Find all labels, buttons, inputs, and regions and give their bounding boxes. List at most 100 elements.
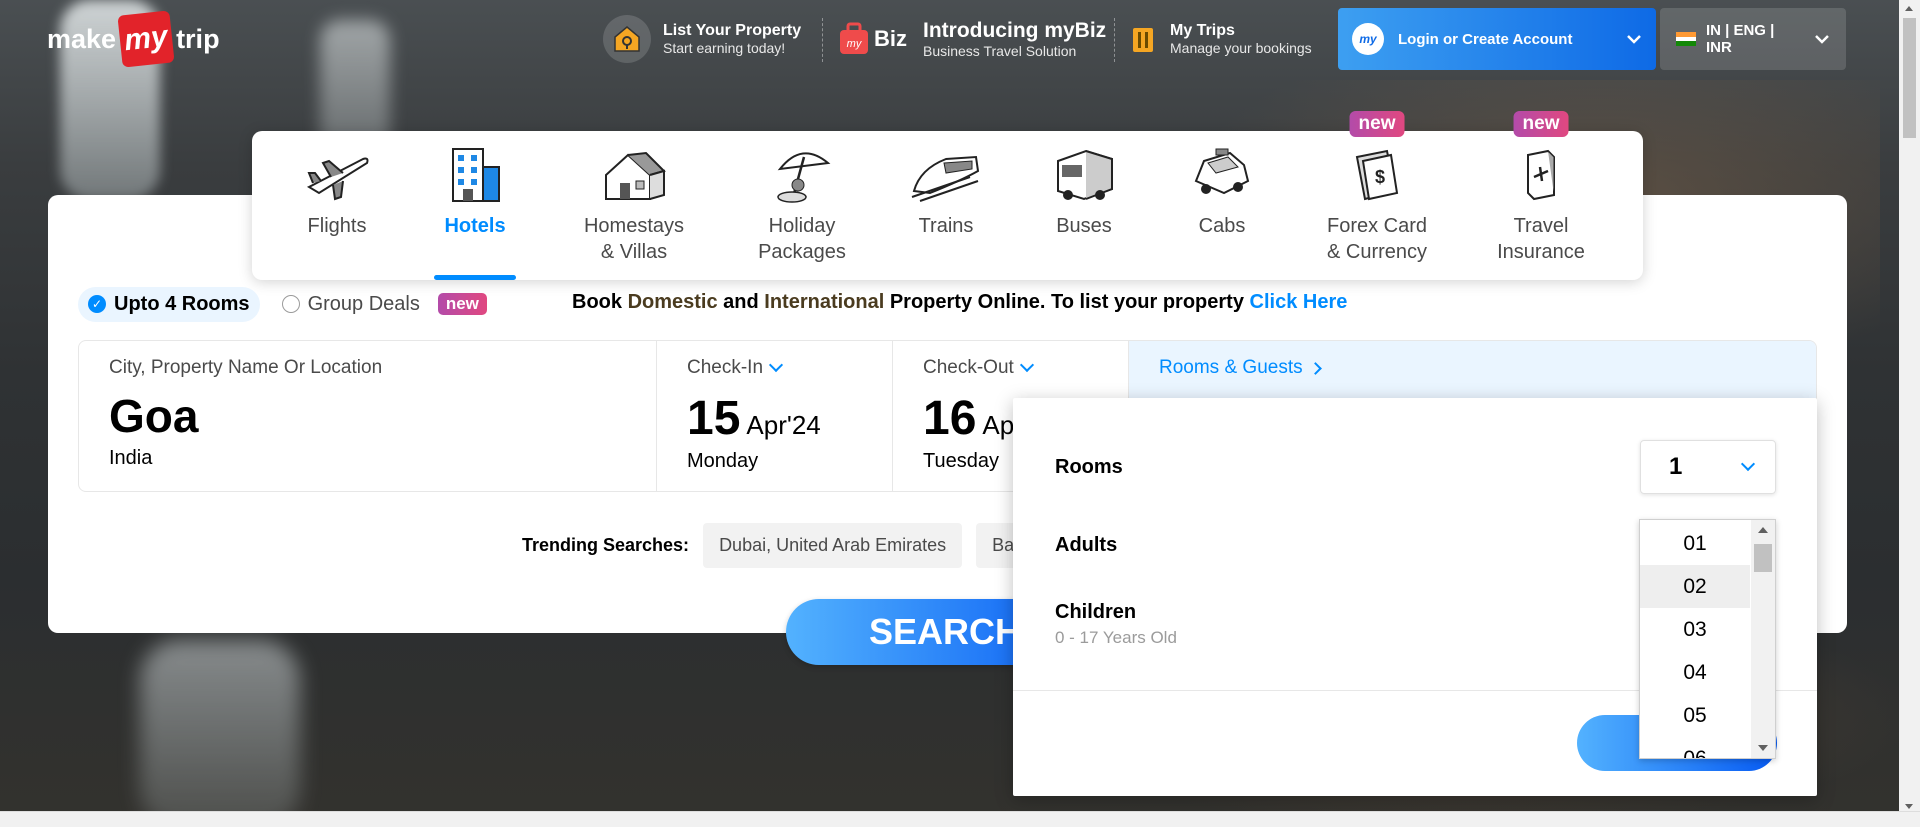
chevron-down-icon — [768, 357, 784, 373]
logo-text-trip: trip — [176, 23, 220, 54]
rooms-label: Rooms — [1055, 456, 1123, 478]
nav-holiday-packages[interactable]: Holiday Packages — [732, 131, 872, 280]
checkin-weekday: Monday — [687, 450, 759, 472]
rooms-value: 1 — [1669, 453, 1683, 480]
nav-homestays[interactable]: Homestays & Villas — [564, 131, 704, 280]
my-trips-subtitle: Manage your bookings — [1170, 40, 1312, 56]
nav-flights[interactable]: Flights — [286, 131, 388, 280]
chevron-down-icon — [1740, 456, 1756, 472]
nav-label: Forex Card & Currency — [1326, 215, 1428, 263]
room-options: ✓ Upto 4 Rooms Group Deals new — [78, 286, 487, 322]
briefcase-icon: my — [840, 22, 868, 54]
beach-umbrella-icon — [770, 145, 834, 205]
header-divider — [822, 18, 823, 62]
nav-label: Cabs — [1198, 215, 1246, 237]
upto-rooms-option[interactable]: ✓ Upto 4 Rooms — [78, 286, 260, 322]
nav-label: Trains — [918, 215, 974, 237]
scroll-thumb[interactable] — [1754, 544, 1772, 572]
new-badge: new — [1349, 111, 1405, 137]
city-field[interactable]: City, Property Name Or Location Goa Indi… — [79, 341, 657, 491]
checkin-field[interactable]: Check-In 15 Apr'24 Monday — [657, 341, 893, 491]
scroll-down-icon[interactable] — [1905, 804, 1913, 809]
horizontal-scrollbar[interactable] — [0, 811, 1920, 827]
svg-text:$: $ — [1375, 167, 1385, 187]
adults-option[interactable]: 03 — [1640, 608, 1750, 651]
scroll-down-icon[interactable] — [1758, 745, 1768, 751]
children-label: Children — [1055, 601, 1137, 623]
logo-text-make: make — [47, 23, 117, 54]
nav-buses[interactable]: Buses — [1034, 131, 1134, 280]
locale-label: IN | ENG | INR — [1705, 22, 1775, 56]
mybiz-logo: my Biz — [838, 22, 907, 56]
nav-label: Hotels — [444, 215, 506, 237]
checkout-month: Ap — [982, 410, 1015, 440]
mybiz-badge: Biz — [874, 26, 907, 51]
click-here-link[interactable]: Click Here — [1250, 291, 1348, 313]
country-value: India — [109, 447, 153, 469]
chevron-down-icon — [1627, 35, 1641, 44]
adults-option[interactable]: 06 — [1640, 737, 1750, 759]
book-property-text: Book Domestic and International Property… — [572, 291, 1348, 313]
adults-option[interactable]: 05 — [1640, 694, 1750, 737]
nav-label: Flights — [307, 215, 367, 237]
svg-text:my: my — [847, 38, 863, 50]
logo-text-my: my — [117, 10, 175, 68]
nav-travel-insurance[interactable]: new Travel Insurance — [1476, 111, 1606, 280]
trending-chip[interactable]: Dubai, United Arab Emirates — [703, 522, 963, 568]
checkout-label: Check-Out — [923, 357, 1014, 378]
list-property-title: List Your Property — [663, 22, 802, 39]
makemytrip-logo[interactable]: make my trip — [47, 10, 220, 68]
forex-card-icon: $ — [1351, 145, 1403, 205]
scroll-up-icon[interactable] — [1905, 6, 1913, 11]
nav-forex[interactable]: new $ Forex Card & Currency — [1302, 111, 1452, 280]
nav-trains[interactable]: Trains — [896, 131, 996, 280]
mybiz-title: Introducing myBiz — [923, 19, 1107, 42]
radio-icon — [281, 295, 300, 313]
adults-option[interactable]: 02 — [1640, 565, 1750, 608]
chevron-down-icon — [1815, 35, 1829, 44]
hotel-building-icon — [447, 145, 503, 205]
india-flag-icon — [1676, 32, 1696, 47]
nav-cabs[interactable]: Cabs — [1172, 131, 1272, 280]
trips-bag-icon — [1128, 15, 1158, 63]
locale-selector[interactable]: IN | ENG | INR — [1660, 8, 1846, 70]
trending-label: Trending Searches: — [522, 534, 690, 555]
city-value: Goa — [109, 390, 199, 442]
group-deals-option[interactable]: Group Deals — [281, 292, 420, 316]
header-divider — [1114, 18, 1115, 62]
login-button[interactable]: my Login or Create Account — [1338, 8, 1656, 70]
adults-option[interactable]: 01 — [1640, 522, 1750, 565]
list-property-subtitle: Start earning today! — [663, 40, 786, 56]
mmt-avatar-icon: my — [1352, 23, 1384, 55]
list-property-link[interactable]: List Your Property Start earning today! — [603, 14, 801, 64]
nav-label: Travel Insurance — [1497, 215, 1585, 263]
page-scrollbar[interactable] — [1899, 0, 1920, 827]
dropdown-scrollbar[interactable] — [1751, 520, 1775, 758]
train-icon — [910, 145, 982, 205]
checkin-label: Check-In — [687, 357, 764, 378]
adults-label: Adults — [1055, 534, 1118, 556]
checkin-month: Apr'24 — [746, 410, 821, 440]
children-age-hint: 0 - 17 Years Old — [1055, 628, 1177, 647]
rooms-select[interactable]: 1 — [1640, 440, 1776, 494]
my-trips-link[interactable]: My Trips Manage your bookings — [1128, 14, 1312, 64]
mybiz-link[interactable]: my Biz Introducing myBiz Business Travel… — [838, 14, 1106, 64]
my-trips-title: My Trips — [1170, 22, 1235, 39]
house-icon — [600, 145, 668, 205]
scroll-thumb[interactable] — [1903, 18, 1916, 138]
new-badge: new — [437, 293, 487, 315]
login-label: Login or Create Account — [1398, 30, 1573, 48]
nav-label: Holiday Packages — [758, 215, 846, 263]
scroll-up-icon[interactable] — [1758, 527, 1768, 533]
city-label: City, Property Name Or Location — [109, 357, 383, 378]
nav-hotels[interactable]: Hotels — [424, 131, 526, 280]
group-deals-label: Group Deals — [307, 292, 420, 315]
adults-option[interactable]: 04 — [1640, 651, 1750, 694]
chevron-down-icon — [1019, 357, 1034, 373]
airplane-icon — [305, 145, 369, 205]
nav-label: Buses — [1056, 215, 1112, 237]
checkout-day: 16 — [923, 392, 977, 445]
house-key-icon — [603, 15, 651, 63]
adults-dropdown[interactable]: 01 02 03 04 05 06 — [1639, 519, 1776, 759]
upto-rooms-label: Upto 4 Rooms — [114, 292, 250, 315]
